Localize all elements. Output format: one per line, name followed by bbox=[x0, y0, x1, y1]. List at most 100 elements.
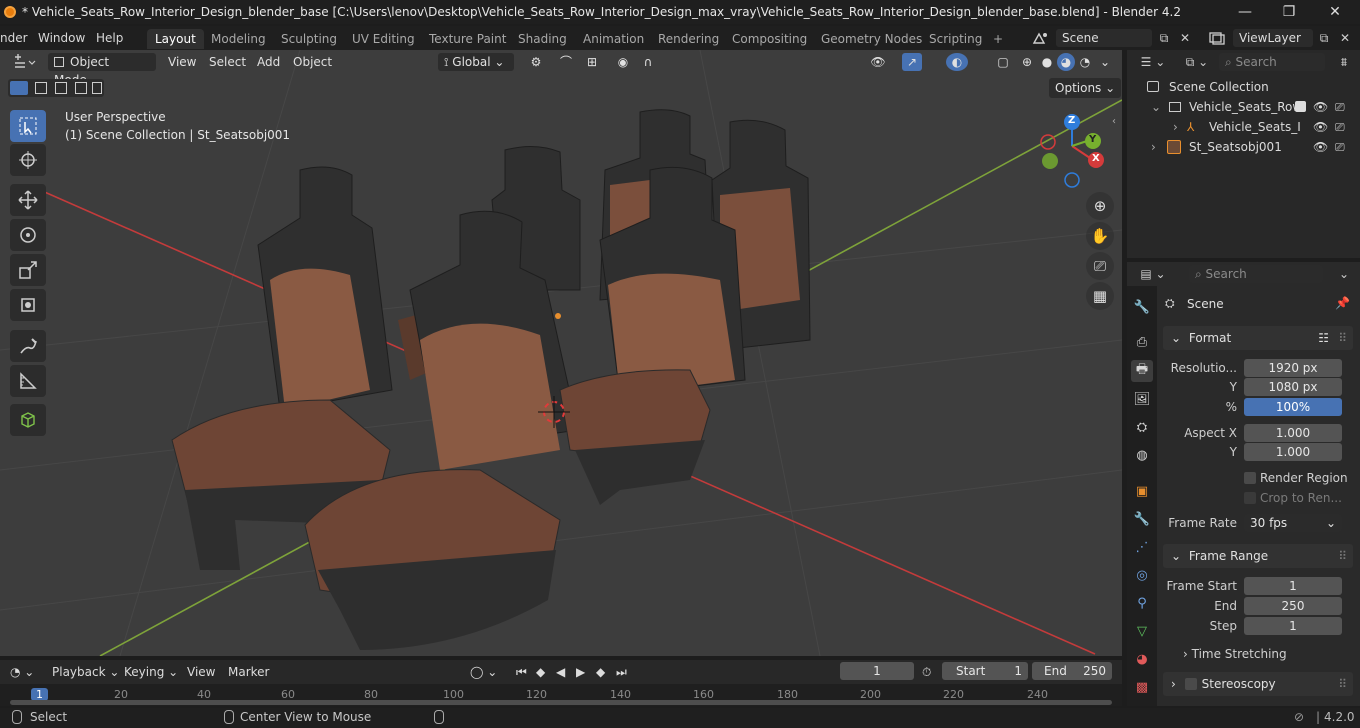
texture-properties-icon[interactable]: ▩ bbox=[1131, 676, 1153, 698]
wireframe-shading-icon[interactable]: ⊕ bbox=[1018, 53, 1036, 71]
display-mode-icon[interactable]: ⧉ ⌄ bbox=[1177, 53, 1217, 71]
visibility-icon[interactable]: 👁 bbox=[866, 53, 890, 71]
proportional-editing-icon[interactable]: ◉ bbox=[613, 53, 633, 71]
timeline-view-menu[interactable]: View bbox=[187, 663, 215, 681]
tool-settings-icon[interactable]: 🔧 bbox=[1131, 296, 1153, 318]
expand-chevron-icon[interactable]: › bbox=[1151, 137, 1156, 157]
resolution-y-field[interactable]: 1080 px bbox=[1244, 378, 1342, 396]
frame-range-panel-header[interactable]: ⌄ Frame Range ⠿ bbox=[1163, 544, 1353, 568]
exclude-checkbox[interactable] bbox=[1295, 101, 1306, 112]
new-scene-icon[interactable]: ⧉ bbox=[1154, 29, 1174, 47]
rotate-tool[interactable] bbox=[10, 219, 46, 251]
drag-handle-icon[interactable]: ⠿ bbox=[1338, 326, 1347, 350]
close-button[interactable]: ✕ bbox=[1312, 0, 1358, 24]
aspect-y-field[interactable]: 1.000 bbox=[1244, 443, 1342, 461]
menu-help[interactable]: Help bbox=[96, 29, 123, 47]
tab-uv-editing[interactable]: UV Editing bbox=[344, 29, 423, 49]
xray-icon[interactable]: ▢ bbox=[994, 53, 1012, 71]
select-new-icon[interactable] bbox=[10, 81, 28, 95]
constraints-properties-icon[interactable]: ⚲ bbox=[1131, 592, 1153, 614]
object-properties-icon[interactable]: ▣ bbox=[1131, 480, 1153, 502]
physics-properties-icon[interactable]: ◎ bbox=[1131, 564, 1153, 586]
drag-handle-icon[interactable]: ⠿ bbox=[1338, 544, 1347, 568]
resolution-x-field[interactable]: 1920 px bbox=[1244, 359, 1342, 377]
play-reverse-icon[interactable]: ◀ bbox=[556, 663, 565, 681]
outliner-row-vehicle-collection[interactable]: ⌄ Vehicle_Seats_Row 👁 ⎚ bbox=[1127, 97, 1360, 117]
menu-object[interactable]: Object bbox=[293, 53, 332, 71]
select-box-tool[interactable] bbox=[10, 110, 46, 142]
move-tool[interactable] bbox=[10, 184, 46, 216]
orientation-dropdown[interactable]: ⟟ Global ⌄ bbox=[438, 53, 514, 71]
stereoscopy-panel-header[interactable]: › Stereoscopy ⠿ bbox=[1163, 672, 1353, 696]
timeline-scrollbar[interactable] bbox=[10, 700, 1112, 705]
render-region-checkbox[interactable] bbox=[1244, 472, 1256, 484]
current-frame-field[interactable]: 1 bbox=[840, 662, 914, 680]
annotate-tool[interactable] bbox=[10, 330, 46, 362]
tab-layout[interactable]: Layout bbox=[147, 29, 204, 49]
options-dropdown[interactable]: Options ⌄ bbox=[1049, 78, 1122, 98]
eye-icon[interactable]: 👁 bbox=[1313, 137, 1328, 157]
scene-properties-icon[interactable]: ⛭ bbox=[1131, 416, 1153, 438]
menu-view[interactable]: View bbox=[168, 53, 196, 71]
menu-window[interactable]: Window bbox=[38, 29, 85, 47]
3d-viewport[interactable]: Z X Y Object Mode⌄ View Select Add Objec… bbox=[0, 50, 1122, 656]
material-properties-icon[interactable]: ◕ bbox=[1131, 648, 1153, 670]
crop-checkbox[interactable] bbox=[1244, 492, 1256, 504]
presets-list-icon[interactable]: ☷ bbox=[1318, 326, 1329, 350]
zoom-icon[interactable]: ⊕ bbox=[1086, 192, 1114, 220]
properties-search-input[interactable]: ⌕ Search bbox=[1189, 265, 1323, 283]
aspect-x-field[interactable]: 1.000 bbox=[1244, 424, 1342, 442]
outliner-search-input[interactable]: ⌕ Search bbox=[1219, 53, 1325, 71]
render-properties-icon[interactable]: ⎙ bbox=[1131, 331, 1153, 353]
eye-icon[interactable]: 👁 bbox=[1313, 117, 1328, 137]
gizmo-toggle-icon[interactable]: ↗ bbox=[902, 53, 922, 71]
shading-options-icon[interactable]: ⌄ bbox=[1097, 53, 1113, 71]
perspective-toggle-icon[interactable]: ▦ bbox=[1086, 282, 1114, 310]
timeline-playback-menu[interactable]: Playback ⌄ bbox=[52, 663, 119, 681]
drag-handle-icon[interactable]: ⠿ bbox=[1338, 672, 1347, 696]
editor-type-icon[interactable] bbox=[12, 53, 40, 71]
scene-selector[interactable]: Scene bbox=[1056, 29, 1152, 47]
tab-scripting[interactable]: Scripting bbox=[921, 29, 990, 49]
viewlayer-selector[interactable]: ViewLayer bbox=[1233, 29, 1313, 47]
modifier-properties-icon[interactable]: 🔧 bbox=[1131, 508, 1153, 530]
material-shading-icon[interactable]: ◕ bbox=[1057, 53, 1075, 71]
tab-modeling[interactable]: Modeling bbox=[203, 29, 274, 49]
expand-chevron-icon[interactable]: ⌄ bbox=[1151, 97, 1161, 117]
timeline-marker-menu[interactable]: Marker bbox=[228, 663, 269, 681]
camera-view-icon[interactable]: ⎚ bbox=[1086, 252, 1114, 280]
properties-editor-type-icon[interactable]: ▤ ⌄ bbox=[1133, 265, 1173, 283]
frame-rate-dropdown[interactable]: 30 fps ⌄ bbox=[1244, 514, 1342, 532]
maximize-button[interactable]: ❐ bbox=[1266, 0, 1312, 24]
select-invert-icon[interactable] bbox=[75, 82, 87, 94]
end-frame-field[interactable]: End 250 bbox=[1032, 662, 1112, 680]
render-camera-icon[interactable]: ⎚ bbox=[1335, 137, 1345, 157]
delete-scene-icon[interactable]: ✕ bbox=[1176, 29, 1194, 47]
jump-keyframe-forward-icon[interactable]: ◆ bbox=[596, 663, 605, 681]
frame-start-field[interactable]: 1 bbox=[1244, 577, 1342, 595]
tab-texture-paint[interactable]: Texture Paint bbox=[421, 29, 514, 49]
timeline-keying-menu[interactable]: Keying ⌄ bbox=[124, 663, 178, 681]
snap-icon[interactable]: ⌒ bbox=[556, 53, 576, 71]
render-camera-icon[interactable]: ⎚ bbox=[1335, 117, 1345, 137]
render-camera-icon[interactable]: ⎚ bbox=[1335, 97, 1345, 117]
tab-rendering[interactable]: Rendering bbox=[650, 29, 727, 49]
add-cube-tool[interactable] bbox=[10, 404, 46, 436]
frame-step-field[interactable]: 1 bbox=[1244, 617, 1342, 635]
tab-compositing[interactable]: Compositing bbox=[724, 29, 815, 49]
minimize-button[interactable]: — bbox=[1222, 0, 1268, 24]
select-extend-icon[interactable] bbox=[35, 82, 47, 94]
expand-chevron-icon[interactable]: › bbox=[1173, 117, 1178, 137]
measure-tool[interactable] bbox=[10, 365, 46, 397]
preview-range-icon[interactable]: ⏱ bbox=[922, 663, 931, 681]
view-layer-properties-icon[interactable]: 🖼 bbox=[1131, 388, 1153, 410]
stereoscopy-checkbox[interactable] bbox=[1185, 678, 1197, 690]
eye-icon[interactable]: 👁 bbox=[1313, 97, 1328, 117]
menu-select[interactable]: Select bbox=[209, 53, 246, 71]
select-subtract-icon[interactable] bbox=[55, 82, 67, 94]
outliner-row-scene-collection[interactable]: Scene Collection bbox=[1127, 77, 1360, 97]
transform-tool[interactable] bbox=[10, 289, 46, 321]
frame-end-field[interactable]: 250 bbox=[1244, 597, 1342, 615]
start-frame-field[interactable]: Start 1 bbox=[942, 662, 1028, 680]
output-properties-icon[interactable]: 🖶 bbox=[1131, 360, 1153, 382]
